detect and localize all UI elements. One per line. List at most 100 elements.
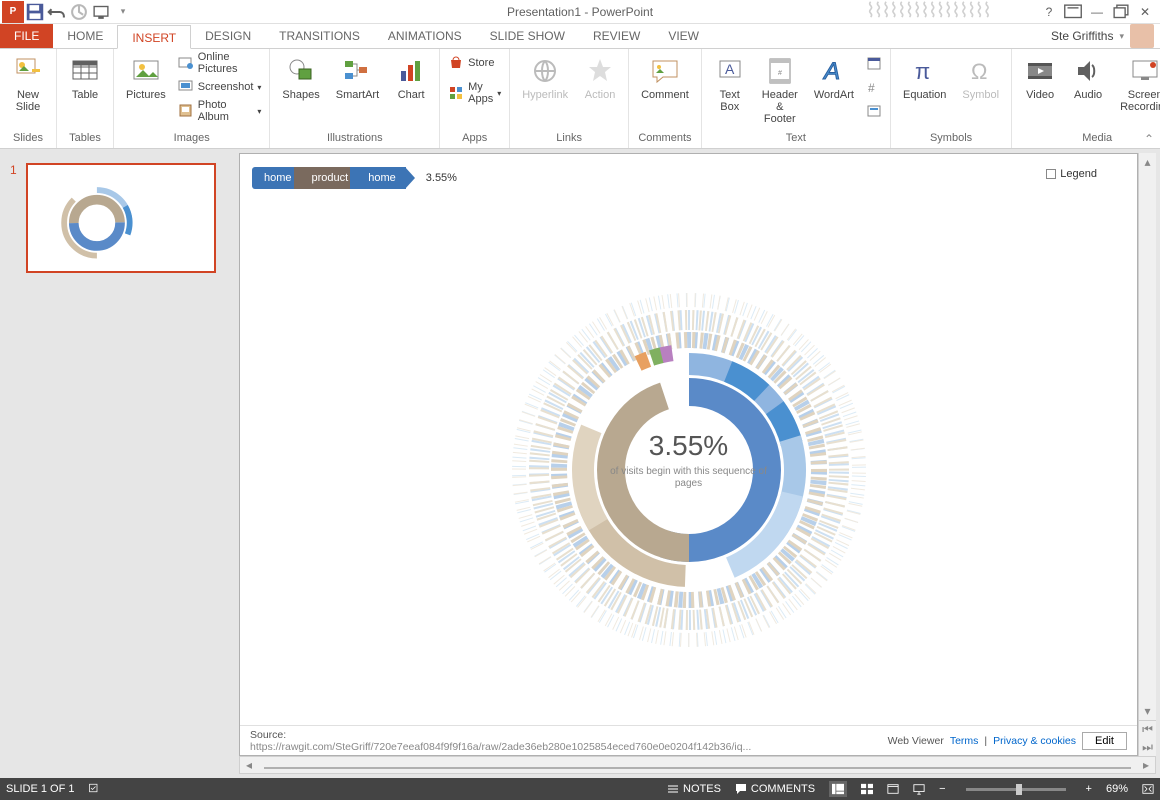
slide-number-button[interactable]: # (866, 77, 882, 97)
help-icon[interactable]: ? (1038, 1, 1060, 23)
thumbnail-1[interactable]: 1 (10, 163, 225, 273)
video-button[interactable]: Video (1020, 53, 1060, 115)
tab-design[interactable]: DESIGN (191, 24, 265, 48)
slide-counter[interactable]: SLIDE 1 OF 1 (6, 783, 74, 795)
group-images-label: Images (174, 132, 210, 146)
tab-slideshow[interactable]: SLIDE SHOW (476, 24, 579, 48)
terms-link[interactable]: Terms (950, 735, 979, 747)
tab-home[interactable]: HOME (53, 24, 117, 48)
notes-button[interactable]: NOTES (667, 783, 721, 795)
screenshot-button[interactable]: Screenshot▾ (178, 77, 262, 97)
group-tables-label: Tables (69, 132, 101, 146)
undo-icon[interactable] (46, 1, 68, 23)
svg-text:Ω: Ω (971, 59, 987, 84)
header-footer-button[interactable]: #Header & Footer (758, 53, 802, 127)
equation-button[interactable]: πEquation (899, 53, 950, 115)
addin-footer: Source: https://rawgit.com/SteGriff/720e… (240, 725, 1137, 755)
smartart-button[interactable]: SmartArt (332, 53, 383, 115)
prev-slide-icon[interactable]: ⏮ (1139, 720, 1156, 738)
view-sorter-icon[interactable] (861, 783, 873, 795)
vertical-scrollbar[interactable]: ▴ ▾ ⏮ ⏭ (1138, 153, 1156, 756)
ribbon-insert: New Slide Slides Table Tables Pictures O… (0, 49, 1160, 149)
table-button[interactable]: Table (65, 53, 105, 115)
new-slide-button[interactable]: New Slide (8, 53, 48, 115)
online-pictures-button[interactable]: Online Pictures (178, 53, 262, 73)
thumbnail-preview[interactable] (26, 163, 216, 273)
start-from-beginning-icon[interactable] (90, 1, 112, 23)
wordart-button[interactable]: AWordArt (810, 53, 858, 115)
tab-review[interactable]: REVIEW (579, 24, 654, 48)
ribbon-display-options-icon[interactable] (1062, 1, 1084, 23)
minimize-icon[interactable]: — (1086, 1, 1108, 23)
hscroll-thumb[interactable] (264, 767, 1131, 769)
legend-toggle[interactable]: Legend (1046, 168, 1097, 180)
zoom-knob[interactable] (1016, 784, 1022, 795)
account-area[interactable]: Ste Griffiths ▾ (1051, 24, 1160, 48)
object-button[interactable] (866, 101, 882, 121)
tab-transitions[interactable]: TRANSITIONS (265, 24, 374, 48)
audio-button[interactable]: Audio (1068, 53, 1108, 115)
symbol-button: ΩSymbol (958, 53, 1003, 115)
scroll-down-icon[interactable]: ▾ (1139, 702, 1156, 720)
zoom-in-icon[interactable]: + (1086, 783, 1092, 795)
collapse-ribbon-icon[interactable]: ⌃ (1144, 132, 1154, 146)
svg-text:#: # (778, 70, 782, 77)
pictures-button[interactable]: Pictures (122, 53, 170, 115)
view-normal-icon[interactable] (829, 781, 847, 797)
view-slideshow-icon[interactable] (913, 783, 925, 795)
source-url: https://rawgit.com/SteGriff/720e7eeaf084… (250, 741, 751, 753)
avatar[interactable] (1130, 24, 1154, 48)
group-symbols: πEquation ΩSymbol Symbols (891, 49, 1012, 148)
zoom-out-icon[interactable]: − (939, 783, 945, 795)
photo-album-button[interactable]: Photo Album▾ (178, 101, 262, 121)
tab-animations[interactable]: ANIMATIONS (374, 24, 476, 48)
save-icon[interactable] (24, 1, 46, 23)
checkbox-icon (1046, 169, 1056, 179)
tab-view[interactable]: VIEW (654, 24, 713, 48)
svg-text:#: # (868, 81, 875, 95)
privacy-link[interactable]: Privacy & cookies (993, 735, 1076, 747)
action-button: Action (580, 53, 620, 115)
store-button[interactable]: Store (448, 53, 501, 73)
center-percentage: 3.55% (599, 430, 779, 462)
zoom-slider[interactable] (966, 788, 1066, 791)
powerpoint-app-icon[interactable]: P (2, 1, 24, 23)
restore-icon[interactable] (1110, 1, 1132, 23)
group-apps-label: Apps (462, 132, 487, 146)
view-reading-icon[interactable] (887, 783, 899, 795)
slide-editor: home product home 3.55% Legend (235, 149, 1160, 778)
group-illustrations: Shapes SmartArt Chart Illustrations (270, 49, 440, 148)
tab-file[interactable]: FILE (0, 24, 53, 48)
scroll-left-icon[interactable]: ◂ (240, 757, 258, 773)
group-links-label: Links (556, 132, 582, 146)
sunburst-chart[interactable]: 3.55% of visits begin with this sequence… (240, 194, 1137, 725)
slide-canvas[interactable]: home product home 3.55% Legend (239, 153, 1138, 756)
shapes-button[interactable]: Shapes (278, 53, 323, 115)
qat-customize-icon[interactable]: ▾ (112, 1, 134, 23)
date-time-button[interactable] (866, 53, 882, 73)
tab-insert[interactable]: INSERT (117, 25, 191, 49)
fit-to-window-icon[interactable] (1142, 783, 1154, 795)
window-controls: ? — ✕ (1038, 1, 1160, 23)
svg-text:A: A (725, 61, 735, 77)
comment-button[interactable]: Comment (637, 53, 693, 115)
scroll-up-icon[interactable]: ▴ (1139, 153, 1156, 171)
breadcrumb-3[interactable]: home (350, 167, 406, 189)
next-slide-icon[interactable]: ⏭ (1139, 738, 1156, 756)
screen-recording-button[interactable]: Screen Recording (1116, 53, 1160, 115)
zoom-level[interactable]: 69% (1106, 783, 1128, 795)
redo-icon[interactable] (68, 1, 90, 23)
thumbnail-number: 1 (10, 163, 22, 273)
text-box-button[interactable]: AText Box (710, 53, 750, 115)
chart-button[interactable]: Chart (391, 53, 431, 115)
group-slides: New Slide Slides (0, 49, 57, 148)
breadcrumb-2[interactable]: product (294, 167, 359, 189)
edit-button[interactable]: Edit (1082, 732, 1127, 750)
comments-button[interactable]: COMMENTS (735, 783, 815, 795)
title-bar: P ▾ Presentation1 - PowerPoint ⌇⌇⌇⌇⌇⌇⌇⌇⌇… (0, 0, 1160, 24)
scroll-right-icon[interactable]: ▸ (1137, 757, 1155, 773)
horizontal-scrollbar[interactable]: ◂ ▸ (239, 756, 1156, 774)
my-apps-button[interactable]: My Apps▾ (448, 83, 501, 103)
spell-check-icon[interactable] (88, 782, 100, 797)
close-icon[interactable]: ✕ (1134, 1, 1156, 23)
